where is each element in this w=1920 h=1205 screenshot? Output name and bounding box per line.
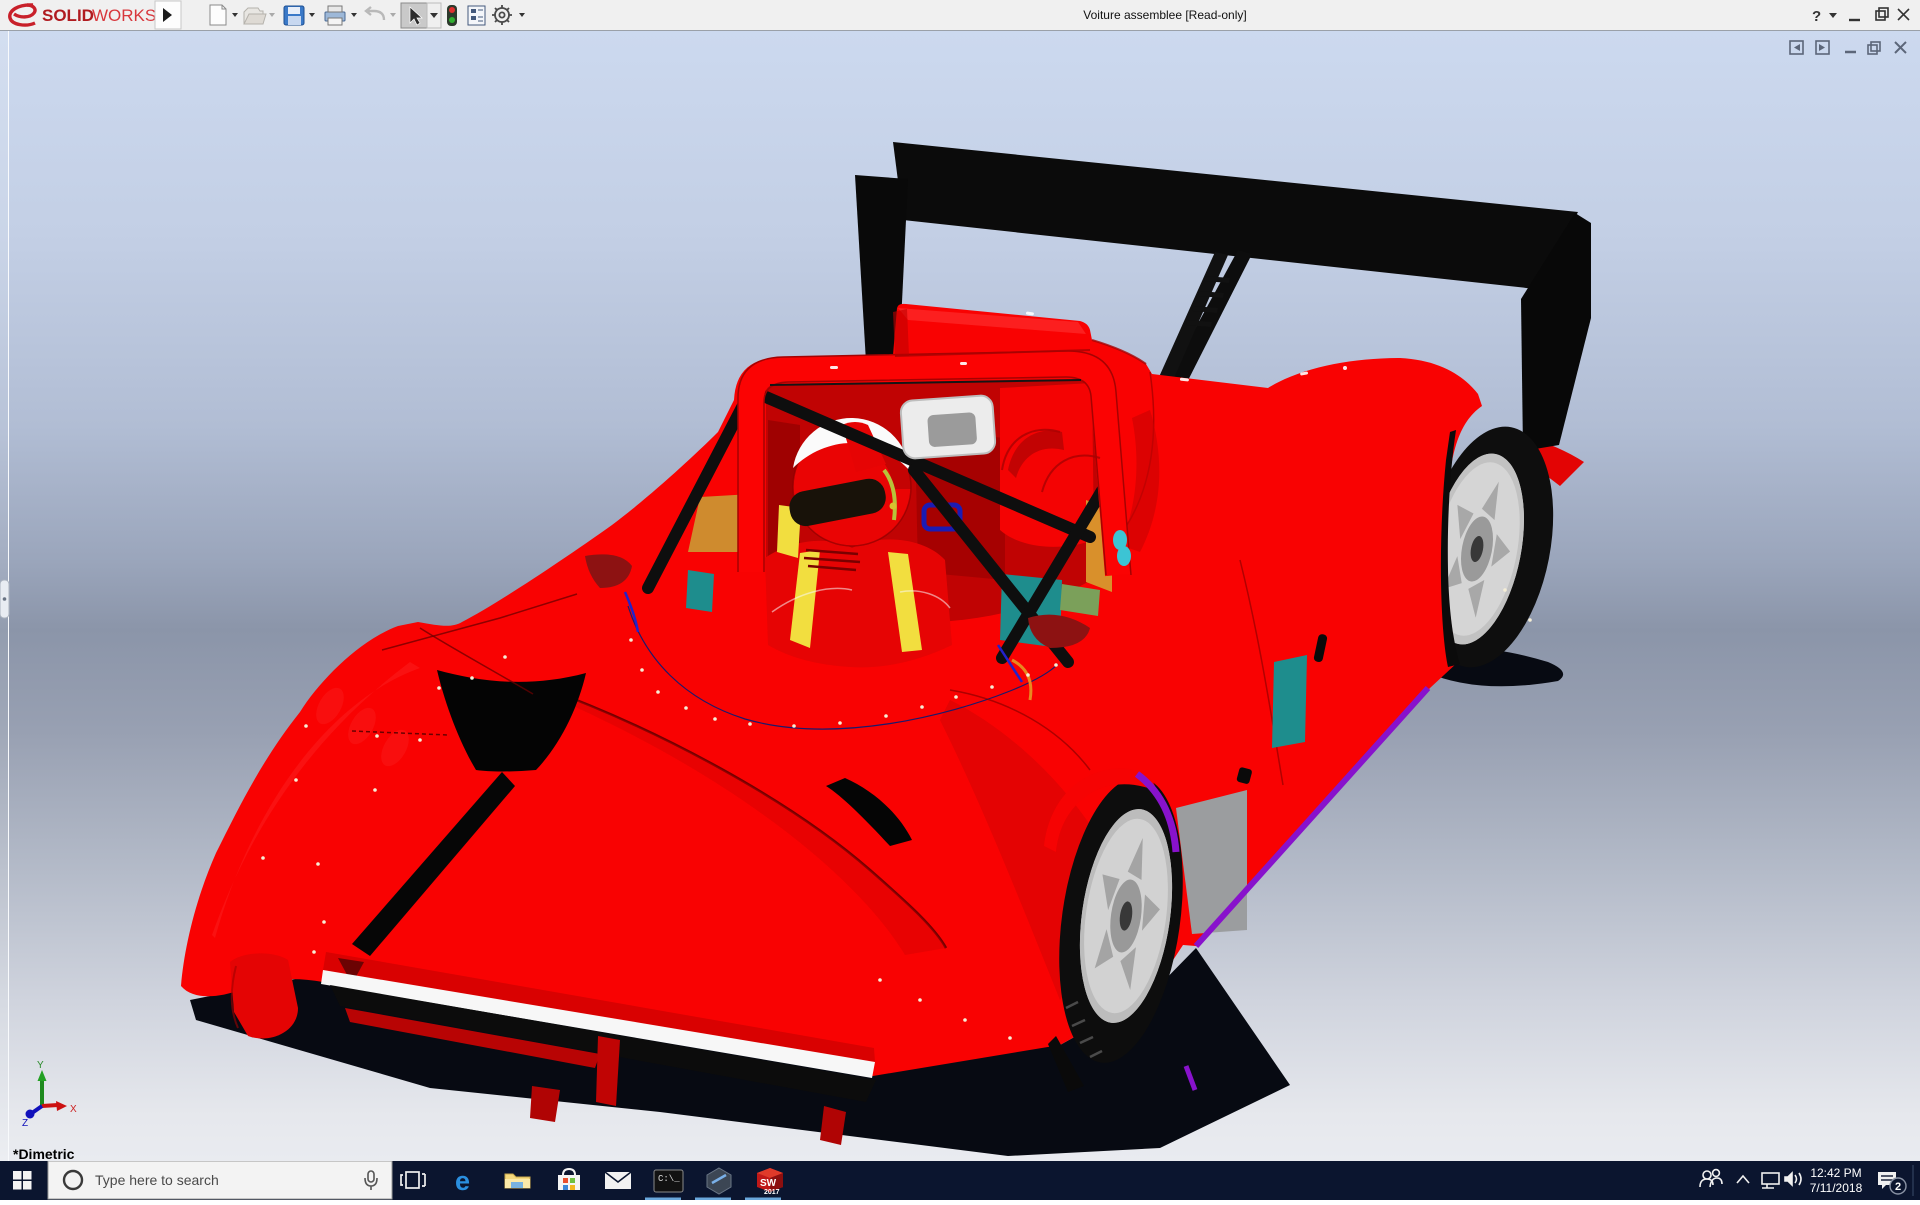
svg-text:e: e	[455, 1166, 470, 1196]
svg-text:?: ?	[1812, 8, 1821, 25]
svg-text:7/11/2018: 7/11/2018	[1810, 1181, 1863, 1195]
svg-text:SOLID: SOLID	[42, 6, 94, 25]
svg-text:2: 2	[1895, 1181, 1901, 1193]
svg-text:WORKS: WORKS	[92, 6, 156, 25]
svg-text:Z: Z	[22, 1118, 28, 1129]
svg-text:2017: 2017	[764, 1189, 780, 1196]
svg-text:12:42 PM: 12:42 PM	[1810, 1166, 1861, 1180]
svg-text:C:\_: C:\_	[658, 1174, 680, 1184]
svg-text:SW: SW	[760, 1178, 777, 1189]
svg-text:Y: Y	[37, 1060, 44, 1071]
svg-text:X: X	[70, 1104, 77, 1115]
svg-text:Type here to search: Type here to search	[95, 1172, 219, 1188]
svg-text:Voiture assemblee [Read-only]: Voiture assemblee [Read-only]	[1083, 8, 1246, 22]
